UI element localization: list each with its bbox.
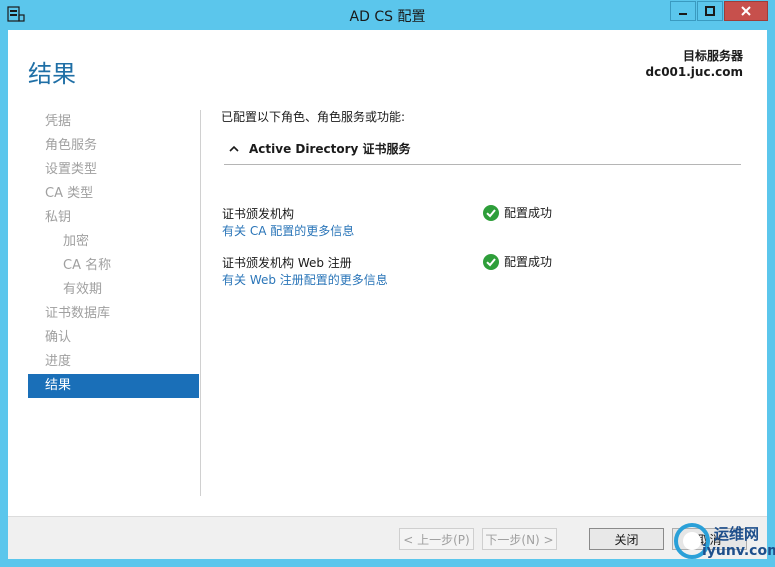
nav-divider xyxy=(200,110,201,496)
role-service-name: 证书颁发机构 Web 注册 xyxy=(222,256,352,270)
wizard-footer: < 上一步(P) 下一步(N) > 关闭 取消 xyxy=(8,516,767,559)
close-button[interactable]: 关闭 xyxy=(589,528,664,550)
config-window: AD CS 配置 结果 目标服务器 dc001.juc.com 凭据 角色服务 设置… xyxy=(0,0,775,567)
more-info-link[interactable]: 有关 CA 配置的更多信息 xyxy=(222,222,354,239)
role-service-name: 证书颁发机构 xyxy=(222,207,295,221)
nav-item[interactable]: 结果 xyxy=(28,374,199,398)
wizard-nav: 凭据 角色服务 设置类型 CA 类型 私钥 加密 CA 名称 有效期 证书数据库 确认 进度 结果 xyxy=(28,110,199,398)
nav-item[interactable]: 证书数据库 xyxy=(28,302,199,326)
section-header[interactable]: Active Directory 证书服务 xyxy=(229,140,411,157)
nav-item[interactable]: CA 类型 xyxy=(28,182,199,206)
close-window-button[interactable] xyxy=(724,1,768,21)
minimize-icon xyxy=(679,13,687,15)
target-server-label: 目标服务器 xyxy=(682,49,743,63)
nav-item[interactable]: 有效期 xyxy=(28,278,199,302)
results-intro: 已配置以下角色、角色服务或功能: xyxy=(221,110,406,124)
nav-item[interactable]: 角色服务 xyxy=(28,134,199,158)
success-check-icon xyxy=(483,204,499,221)
nav-item[interactable]: 确认 xyxy=(28,326,199,350)
minimize-button[interactable] xyxy=(670,1,696,21)
maximize-icon xyxy=(705,6,715,16)
close-icon xyxy=(741,6,751,16)
window-title: AD CS 配置 xyxy=(349,9,426,25)
maximize-button[interactable] xyxy=(697,1,723,21)
section-divider xyxy=(224,164,741,165)
title-bar[interactable]: AD CS 配置 xyxy=(0,0,775,30)
nav-item[interactable]: 凭据 xyxy=(28,110,199,134)
more-info-link[interactable]: 有关 Web 注册配置的更多信息 xyxy=(222,271,388,288)
nav-item[interactable]: 加密 xyxy=(28,230,199,254)
success-check-icon xyxy=(483,253,499,270)
watermark-line1: 运维网 xyxy=(714,525,760,543)
target-server-name: dc001.juc.com xyxy=(645,65,744,79)
status-text: 配置成功 xyxy=(504,206,553,220)
page-title: 结果 xyxy=(28,60,76,88)
next-button[interactable]: 下一步(N) > xyxy=(482,528,557,550)
status-text: 配置成功 xyxy=(504,255,553,269)
nav-item[interactable]: 进度 xyxy=(28,350,199,374)
section-title: Active Directory 证书服务 xyxy=(249,142,411,156)
status-indicator: 配置成功 xyxy=(483,253,552,270)
nav-item[interactable]: 设置类型 xyxy=(28,158,199,182)
previous-button[interactable]: < 上一步(P) xyxy=(399,528,474,550)
wizard-body: 结果 目标服务器 dc001.juc.com 凭据 角色服务 设置类型 CA 类型 私钥… xyxy=(8,30,767,559)
watermark-line2: iyunv.com xyxy=(702,543,775,559)
nav-item[interactable]: 私钥 xyxy=(28,206,199,230)
chevron-up-icon xyxy=(229,145,239,152)
watermark-logo: 运维网 iyunv.com xyxy=(672,517,775,567)
results-panel: 已配置以下角色、角色服务或功能: Active Directory 证书服务 证… xyxy=(221,108,751,287)
nav-item[interactable]: CA 名称 xyxy=(28,254,199,278)
status-indicator: 配置成功 xyxy=(483,204,552,221)
